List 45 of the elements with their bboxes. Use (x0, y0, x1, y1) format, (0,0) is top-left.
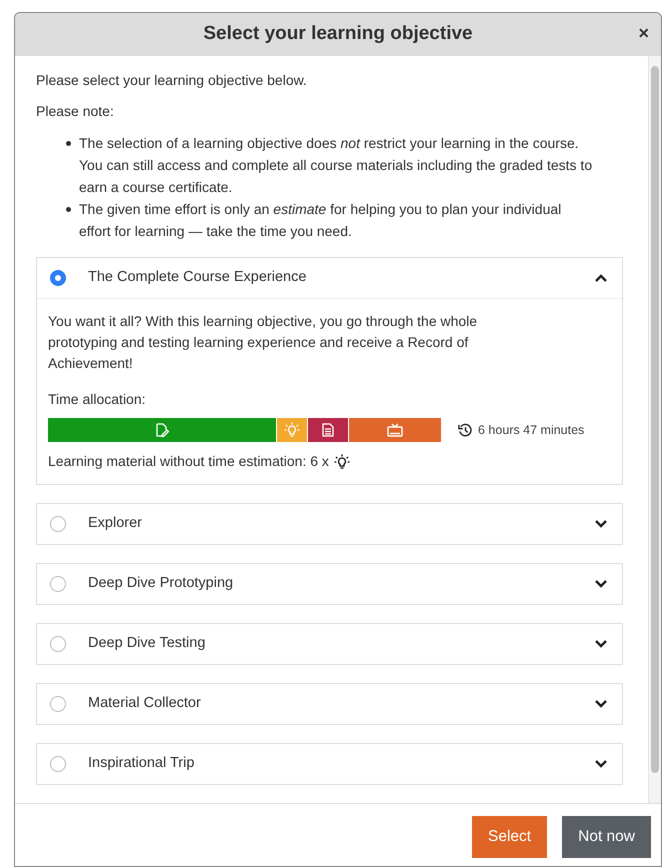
objective-title: The Complete Course Experience (88, 268, 308, 288)
objective-title: Explorer (88, 514, 143, 534)
not-now-button[interactable]: Not now (562, 816, 651, 858)
objective-card[interactable]: Deep Dive Testing (36, 623, 623, 665)
objective-description: You want it all? With this learning objective, you go through the whole prototyping and testing learning experience and receive a Record of Achievement! (48, 312, 478, 373)
dialog-title: Select your learning objective (203, 22, 473, 46)
objective-card[interactable] (36, 257, 623, 485)
radio-button[interactable] (50, 696, 66, 712)
bullet-icon (66, 141, 71, 146)
objective-title: Inspirational Trip (88, 754, 196, 774)
document-icon (322, 423, 334, 437)
intro-text: Please select your learning objective below. (36, 71, 308, 90)
untimed-material-text: Learning material without time estimation: 6 x (48, 452, 329, 471)
objective-title: Deep Dive Testing (88, 634, 206, 654)
objective-title: Deep Dive Prototyping (88, 574, 234, 594)
lightbulb-icon (334, 454, 350, 470)
chevron-up-icon[interactable] (594, 273, 608, 283)
objective-card[interactable]: Explorer (36, 503, 623, 545)
close-button[interactable]: × (638, 24, 649, 42)
note-text: The selection of a learning objective does not restrict your learning in the course. You can still access and complete all course materials including the graded tests to earn a course certificate. (79, 134, 593, 197)
note-label: Please note: (36, 102, 115, 121)
objective-card[interactable]: Inspirational Trip (36, 743, 623, 785)
tv-icon (387, 423, 403, 437)
chevron-down-icon[interactable] (594, 639, 608, 649)
radio-button[interactable] (50, 270, 66, 286)
scrollbar[interactable] (648, 56, 661, 803)
radio-button[interactable] (50, 516, 66, 532)
note-text: The given time effort is only an estimate for helping you to plan your individual effort for learning — take the time you need. (79, 200, 562, 241)
edit-icon (155, 423, 169, 437)
time-allocation-label: Time allocation: (48, 390, 147, 409)
chevron-down-icon[interactable] (594, 519, 608, 529)
clock-icon (458, 422, 473, 438)
total-time: 6 hours 47 minutes (478, 422, 584, 439)
lightbulb-icon (284, 422, 300, 438)
objective-card[interactable]: Deep Dive Prototyping (36, 563, 623, 605)
chevron-down-icon[interactable] (594, 699, 608, 709)
radio-button[interactable] (50, 636, 66, 652)
chevron-down-icon[interactable] (594, 759, 608, 769)
objective-card[interactable]: Material Collector (36, 683, 623, 725)
select-button[interactable]: Select (472, 816, 548, 858)
radio-button[interactable] (50, 576, 66, 592)
bullet-icon (66, 207, 71, 212)
objective-title: Material Collector (88, 694, 202, 714)
chevron-down-icon[interactable] (594, 579, 608, 589)
radio-button[interactable] (50, 756, 66, 772)
